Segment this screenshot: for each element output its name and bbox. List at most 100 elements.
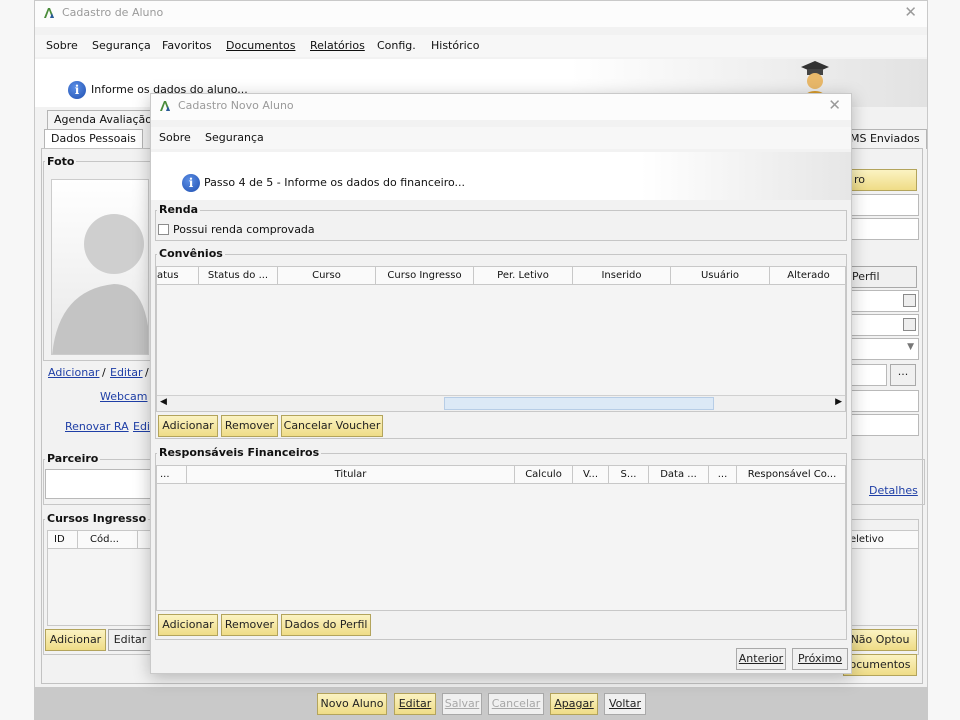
- right-field-4[interactable]: [843, 314, 919, 336]
- person-silhouette-icon: [52, 214, 148, 354]
- seletivo-grid-header: eletivo: [844, 531, 918, 549]
- tab-sms-enviados[interactable]: MS Enviados: [843, 129, 927, 149]
- cursos-col-id[interactable]: ID: [48, 531, 78, 549]
- salvar-button[interactable]: Salvar: [442, 693, 482, 715]
- cursos-col-cod[interactable]: Cód...: [78, 531, 138, 549]
- foto-placeholder: [51, 179, 149, 355]
- convenios-grid-header: atus Status do ... Curso Curso Ingresso …: [157, 267, 845, 285]
- resp-col-extra[interactable]: ...: [709, 466, 737, 484]
- cursos-editar-button[interactable]: Editar: [108, 629, 152, 651]
- foto-legend: Foto: [45, 155, 77, 168]
- responsaveis-grid-header: ... Titular Calculo V... S... Data ... .…: [157, 466, 845, 484]
- menu-relatorios[interactable]: Relatórios: [310, 39, 365, 52]
- documentos-button[interactable]: ocumentos: [843, 654, 917, 676]
- calendar-icon[interactable]: [903, 294, 916, 307]
- foto-sep1: /: [102, 366, 106, 379]
- renda-checkbox[interactable]: [158, 224, 169, 235]
- dialog-titlebar: Cadastro Novo Aluno ✕: [151, 94, 851, 120]
- edi-link[interactable]: Edi: [133, 420, 150, 433]
- resp-col-responsavel-co[interactable]: Responsável Co...: [737, 466, 845, 484]
- cancelar-voucher-button[interactable]: Cancelar Voucher: [281, 415, 383, 437]
- convenios-col-per-letivo[interactable]: Per. Letivo: [474, 267, 573, 285]
- responsaveis-grid[interactable]: ... Titular Calculo V... S... Data ... .…: [156, 465, 846, 611]
- right-field-7[interactable]: [843, 414, 919, 436]
- parceiro-field[interactable]: [45, 469, 155, 499]
- convenios-grid[interactable]: atus Status do ... Curso Curso Ingresso …: [156, 266, 846, 412]
- tab-dados-pessoais[interactable]: Dados Pessoais: [44, 129, 143, 149]
- perfil-button[interactable]: Perfil: [843, 266, 917, 288]
- cursos-grid[interactable]: ID Cód...: [47, 530, 157, 626]
- convenios-col-status[interactable]: atus: [157, 267, 199, 285]
- convenios-col-status-do[interactable]: Status do ...: [199, 267, 278, 285]
- convenios-col-curso[interactable]: Curso: [278, 267, 376, 285]
- foto-editar-link[interactable]: Editar: [110, 366, 143, 379]
- right-ro-button[interactable]: ro: [843, 169, 917, 191]
- resp-col-data[interactable]: Data ...: [649, 466, 709, 484]
- ellipsis-button[interactable]: ...: [890, 364, 916, 386]
- scroll-right-arrow-icon[interactable]: ▶: [835, 397, 842, 407]
- right-field-6[interactable]: [843, 390, 919, 412]
- main-menubar: Sobre Segurança Favoritos Documentos Rel…: [35, 35, 927, 57]
- dialog-title: Cadastro Novo Aluno: [178, 99, 294, 112]
- editar-button[interactable]: Editar: [394, 693, 436, 715]
- convenios-legend: Convênios: [157, 247, 225, 260]
- convenios-col-curso-ingresso[interactable]: Curso Ingresso: [376, 267, 474, 285]
- resp-remover-button[interactable]: Remover: [221, 614, 278, 636]
- convenios-hscrollbar[interactable]: ◀ ▶: [157, 395, 845, 411]
- cursos-ingresso-legend: Cursos Ingresso: [45, 512, 149, 525]
- menu-favoritos[interactable]: Favoritos: [162, 39, 212, 52]
- scroll-thumb[interactable]: [444, 397, 714, 410]
- dados-do-perfil-button[interactable]: Dados do Perfil: [281, 614, 371, 636]
- tab-agenda-avaliacao[interactable]: Agenda Avaliação: [47, 110, 159, 130]
- menu-historico[interactable]: Histórico: [431, 39, 479, 52]
- novo-aluno-button[interactable]: Novo Aluno: [317, 693, 387, 715]
- main-window-title: Cadastro de Aluno: [62, 6, 164, 19]
- dialog-menu-sobre[interactable]: Sobre: [159, 131, 191, 144]
- convenios-adicionar-button[interactable]: Adicionar: [158, 415, 218, 437]
- apagar-button[interactable]: Apagar: [550, 693, 598, 715]
- proximo-button[interactable]: Próximo: [792, 648, 848, 670]
- responsaveis-legend: Responsáveis Financeiros: [157, 446, 322, 459]
- right-seletivo-grid[interactable]: eletivo: [843, 530, 919, 626]
- menu-config[interactable]: Config.: [377, 39, 416, 52]
- right-field-2[interactable]: [843, 218, 919, 240]
- foto-adicionar-link[interactable]: Adicionar: [48, 366, 99, 379]
- renovar-ra-link[interactable]: Renovar RA: [65, 420, 129, 433]
- menu-seguranca[interactable]: Segurança: [92, 39, 151, 52]
- right-field-3[interactable]: [843, 290, 919, 312]
- menu-documentos[interactable]: Documentos: [226, 39, 295, 52]
- menu-sobre[interactable]: Sobre: [46, 39, 78, 52]
- scroll-left-arrow-icon[interactable]: ◀: [160, 397, 167, 407]
- voltar-button[interactable]: Voltar: [604, 693, 646, 715]
- app-logo-icon: [44, 8, 54, 18]
- convenios-col-alterado[interactable]: Alterado: [770, 267, 845, 285]
- right-select[interactable]: ▼: [843, 338, 919, 360]
- dialog-window: Cadastro Novo Aluno ✕ Sobre Segurança i …: [150, 93, 852, 674]
- dialog-close-icon[interactable]: ✕: [828, 97, 841, 113]
- dialog-logo-icon: [160, 101, 170, 111]
- webcam-link[interactable]: Webcam: [100, 390, 148, 403]
- nao-optou-button[interactable]: Não Optou: [843, 629, 917, 651]
- right-field-1[interactable]: [843, 194, 919, 216]
- main-close-icon[interactable]: ✕: [904, 4, 917, 20]
- anterior-button[interactable]: Anterior: [736, 648, 786, 670]
- cursos-adicionar-button[interactable]: Adicionar: [45, 629, 106, 651]
- convenios-col-usuario[interactable]: Usuário: [671, 267, 770, 285]
- resp-col-select[interactable]: ...: [157, 466, 187, 484]
- seletivo-col[interactable]: eletivo: [844, 531, 918, 549]
- resp-adicionar-button[interactable]: Adicionar: [158, 614, 218, 636]
- resp-col-calculo[interactable]: Calculo: [515, 466, 573, 484]
- calendar-icon[interactable]: [903, 318, 916, 331]
- cursos-grid-header: ID Cód...: [48, 531, 156, 549]
- dialog-menubar: Sobre Segurança: [151, 127, 851, 149]
- convenios-col-inserido[interactable]: Inserido: [573, 267, 671, 285]
- main-titlebar: Cadastro de Aluno ✕: [35, 1, 927, 27]
- detalhes-link[interactable]: Detalhes: [869, 484, 918, 497]
- convenios-remover-button[interactable]: Remover: [221, 415, 278, 437]
- dialog-menu-seguranca[interactable]: Segurança: [205, 131, 264, 144]
- renda-checkbox-label[interactable]: Possui renda comprovada: [173, 223, 315, 236]
- resp-col-v[interactable]: V...: [573, 466, 609, 484]
- cancelar-button[interactable]: Cancelar: [488, 693, 544, 715]
- resp-col-titular[interactable]: Titular: [187, 466, 515, 484]
- resp-col-s[interactable]: S...: [609, 466, 649, 484]
